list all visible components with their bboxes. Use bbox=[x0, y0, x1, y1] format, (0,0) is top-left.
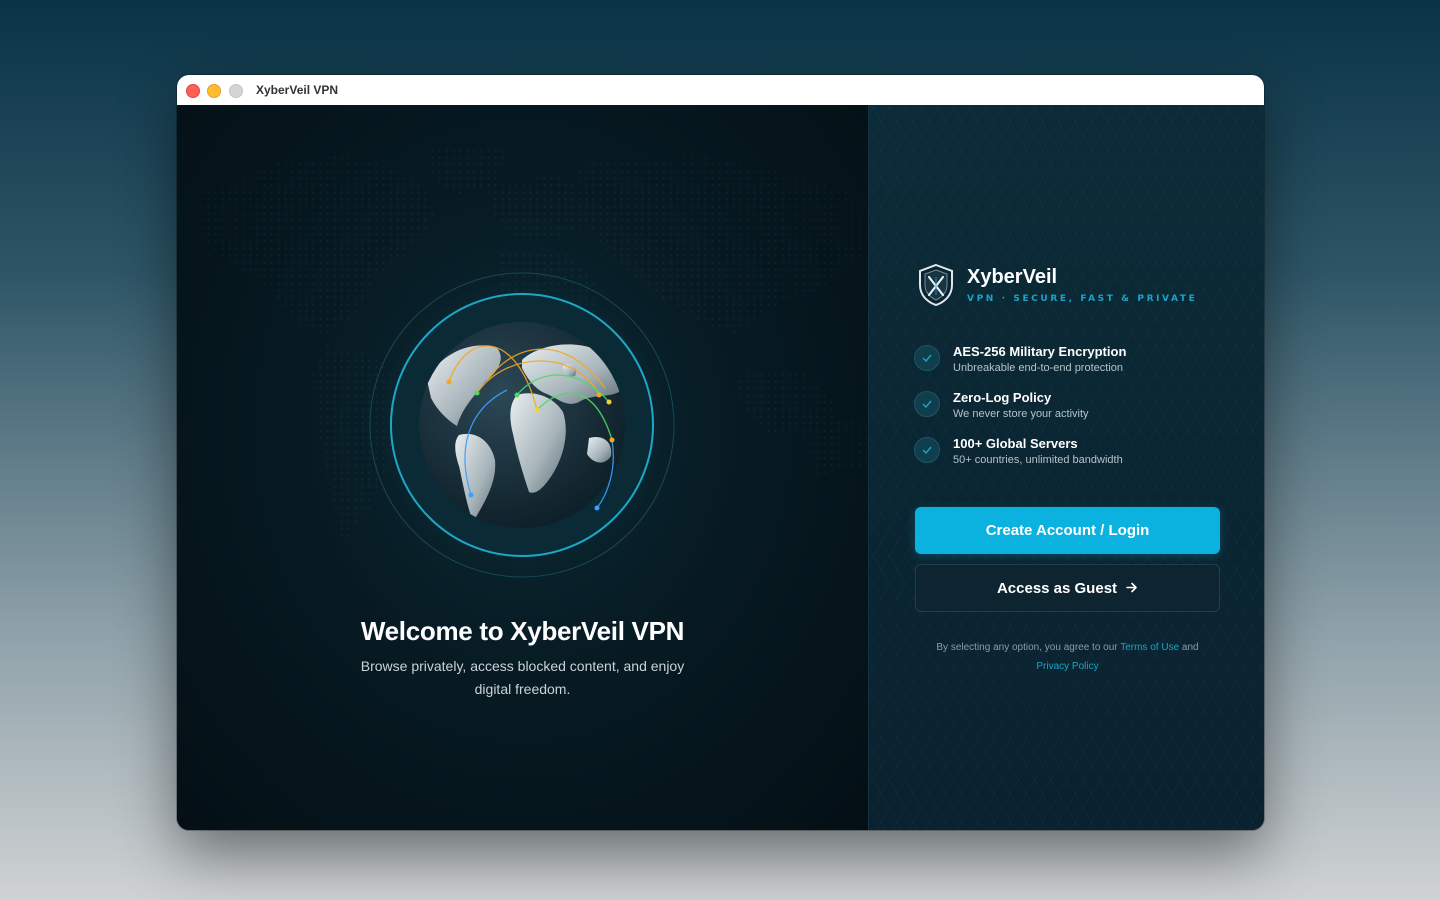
shield-logo-icon bbox=[919, 263, 953, 307]
check-icon bbox=[914, 345, 940, 371]
legal-conjunction: and bbox=[1181, 642, 1199, 653]
feature-list: AES-256 Military Encryption Unbreakable … bbox=[914, 344, 1126, 482]
feature-title: AES-256 Military Encryption bbox=[953, 344, 1127, 359]
terms-of-use-link[interactable]: Terms of Use bbox=[1120, 642, 1179, 653]
legal-notice: By selecting any option, you agree to ou… bbox=[915, 638, 1220, 676]
legal-prefix: By selecting any option, you agree to ou… bbox=[936, 642, 1118, 653]
brand-tagline: VPN · SECURE, FAST & PRIVATE bbox=[967, 294, 1198, 304]
arrow-right-icon bbox=[1126, 580, 1138, 597]
feature-description: Unbreakable end-to-end protection bbox=[953, 362, 1124, 374]
create-account-login-button[interactable]: Create Account / Login bbox=[915, 507, 1220, 554]
title-bar: XyberVeil VPN bbox=[177, 75, 1264, 106]
privacy-policy-link[interactable]: Privacy Policy bbox=[1036, 661, 1098, 672]
feature-title: 100+ Global Servers bbox=[953, 436, 1078, 451]
check-icon bbox=[914, 437, 940, 463]
brand-header: XyberVeil VPN · SECURE, FAST & PRIVATE bbox=[917, 263, 1197, 307]
feature-item-servers: 100+ Global Servers 50+ countries, unlim… bbox=[914, 436, 1126, 482]
brand-name: XyberVeil bbox=[967, 266, 1058, 288]
minimize-window-button[interactable] bbox=[207, 84, 221, 98]
check-icon bbox=[914, 391, 940, 417]
feature-item-encryption: AES-256 Military Encryption Unbreakable … bbox=[914, 344, 1126, 390]
feature-description: 50+ countries, unlimited bandwidth bbox=[953, 454, 1123, 466]
close-window-button[interactable] bbox=[186, 84, 200, 98]
welcome-panel: Welcome to XyberVeil VPN Browse privatel… bbox=[177, 105, 868, 830]
app-window: XyberVeil VPN Welcome to XyberVeil VPN B… bbox=[177, 75, 1264, 830]
window-title: XyberVeil VPN bbox=[256, 83, 339, 97]
welcome-title: Welcome to XyberVeil VPN bbox=[360, 616, 685, 646]
feature-title: Zero-Log Policy bbox=[953, 390, 1052, 405]
feature-item-zero-log: Zero-Log Policy We never store your acti… bbox=[914, 390, 1126, 436]
access-as-guest-button[interactable]: Access as Guest bbox=[915, 564, 1220, 612]
feature-description: We never store your activity bbox=[953, 408, 1089, 420]
globe-illustration bbox=[367, 270, 677, 580]
zoom-window-button[interactable] bbox=[229, 84, 243, 98]
guest-button-label: Access as Guest bbox=[996, 579, 1118, 597]
welcome-subtitle: Browse privately, access blocked content… bbox=[360, 658, 685, 697]
auth-panel: XyberVeil VPN · SECURE, FAST & PRIVATE A… bbox=[868, 105, 1264, 830]
